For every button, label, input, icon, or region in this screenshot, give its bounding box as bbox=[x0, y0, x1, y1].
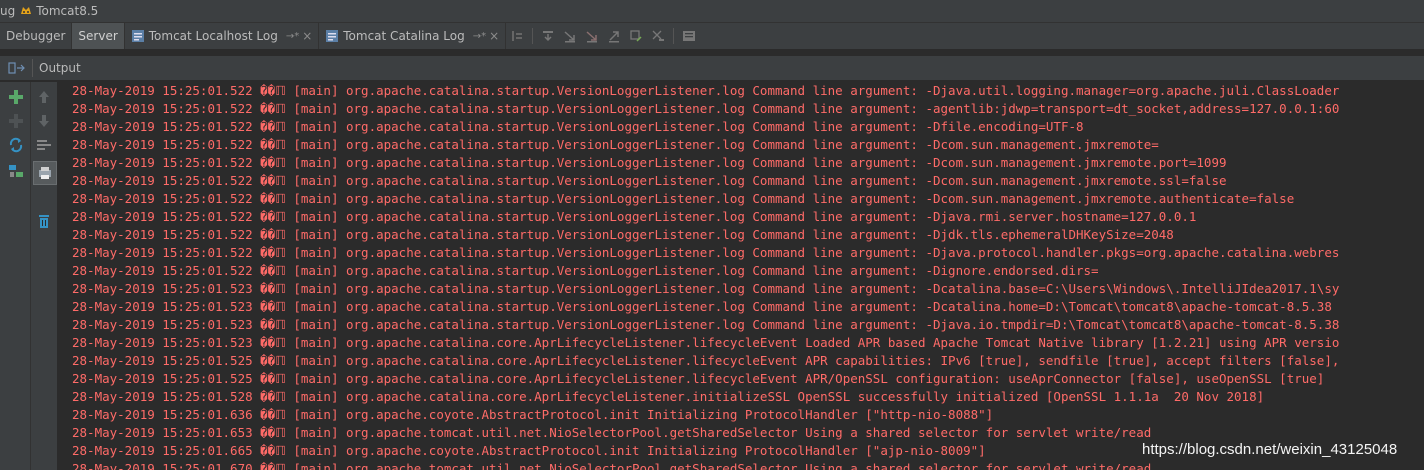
log-line: 28-May-2019 15:25:01.522 ��ℿ [main] org.… bbox=[72, 245, 1340, 260]
add-icon[interactable] bbox=[7, 88, 25, 106]
step-over-icon[interactable] bbox=[537, 23, 559, 49]
console-output[interactable]: 28-May-2019 15:25:01.522 ��ℿ [main] org.… bbox=[60, 82, 1424, 470]
trash-icon[interactable] bbox=[35, 212, 53, 230]
log-line: 28-May-2019 15:25:01.522 ��ℿ [main] org.… bbox=[72, 191, 1295, 206]
close-icon[interactable]: × bbox=[489, 29, 499, 43]
log-line: 28-May-2019 15:25:01.523 ��ℿ [main] org.… bbox=[72, 281, 1340, 296]
restore-layout-icon[interactable] bbox=[8, 61, 26, 75]
tomcat-icon bbox=[19, 4, 33, 18]
log-line: 28-May-2019 15:25:01.636 ��ℿ [main] org.… bbox=[72, 407, 994, 422]
step-out-icon[interactable] bbox=[603, 23, 625, 49]
output-label: Output bbox=[39, 61, 81, 75]
step-into-icon[interactable] bbox=[559, 23, 581, 49]
watermark-text: https://blog.csdn.net/weixin_43125048 bbox=[1142, 441, 1398, 458]
tab-debugger[interactable]: Debugger bbox=[0, 23, 73, 49]
show-execution-point-icon[interactable] bbox=[506, 23, 528, 49]
remove-icon[interactable] bbox=[7, 112, 25, 130]
down-arrow-icon[interactable] bbox=[35, 112, 53, 130]
run-actions-gutter bbox=[0, 82, 31, 470]
run-config-name[interactable]: Tomcat8.5 bbox=[36, 4, 98, 18]
pin-icon[interactable]: →* bbox=[473, 31, 486, 42]
log-line: 28-May-2019 15:25:01.525 ��ℿ [main] org.… bbox=[72, 353, 1340, 368]
log-line: 28-May-2019 15:25:01.522 ��ℿ [main] org.… bbox=[72, 227, 1174, 242]
tab-server-label: Server bbox=[78, 29, 118, 43]
title-left-fragment: ug bbox=[0, 4, 16, 18]
title-bar: ug Tomcat8.5 bbox=[0, 0, 1424, 23]
log-line: 28-May-2019 15:25:01.522 ��ℿ [main] org.… bbox=[72, 137, 1159, 152]
tab-server[interactable]: Server bbox=[72, 23, 125, 49]
log-line: 28-May-2019 15:25:01.523 ��ℿ [main] org.… bbox=[72, 335, 1340, 350]
log-line: 28-May-2019 15:25:01.522 ��ℿ [main] org.… bbox=[72, 173, 1227, 188]
log-line: 28-May-2019 15:25:01.653 ��ℿ [main] org.… bbox=[72, 425, 1152, 440]
tab-debugger-label: Debugger bbox=[6, 29, 66, 43]
toolbar-separator bbox=[673, 28, 675, 44]
log-line: 28-May-2019 15:25:01.522 ��ℿ [main] org.… bbox=[72, 101, 1340, 116]
force-step-into-icon[interactable] bbox=[581, 23, 603, 49]
tab-tomcat-localhost-log[interactable]: Tomcat Localhost Log →* × bbox=[125, 23, 320, 49]
log-file-icon bbox=[131, 29, 145, 43]
log-line: 28-May-2019 15:25:01.670 ��ℿ [main] org.… bbox=[72, 461, 1152, 470]
log-line: 28-May-2019 15:25:01.522 ��ℿ [main] org.… bbox=[72, 155, 1227, 170]
log-line: 28-May-2019 15:25:01.525 ��ℿ [main] org.… bbox=[72, 371, 1325, 386]
debug-tab-bar: Debugger Server Tomcat Localhost Log →* … bbox=[0, 23, 1424, 50]
console-actions-gutter bbox=[31, 82, 57, 470]
log-line: 28-May-2019 15:25:01.522 ��ℿ [main] org.… bbox=[72, 263, 1099, 278]
log-line: 28-May-2019 15:25:01.528 ��ℿ [main] org.… bbox=[72, 389, 1265, 404]
log-line: 28-May-2019 15:25:01.522 ��ℿ [main] org.… bbox=[72, 119, 1084, 134]
log-line: 28-May-2019 15:25:01.523 ��ℿ [main] org.… bbox=[72, 299, 1332, 314]
wrap-icon[interactable] bbox=[35, 136, 53, 154]
header-separator bbox=[32, 59, 33, 77]
close-icon[interactable]: × bbox=[302, 29, 312, 43]
tab-tomcat-catalina-log[interactable]: Tomcat Catalina Log →* × bbox=[319, 23, 507, 49]
log-line: 28-May-2019 15:25:01.665 ��ℿ [main] org.… bbox=[72, 443, 986, 458]
log-line: 28-May-2019 15:25:01.522 ��ℿ [main] org.… bbox=[72, 83, 1340, 98]
evaluate-icon[interactable] bbox=[678, 23, 700, 49]
pin-icon[interactable]: →* bbox=[286, 31, 299, 42]
refresh-icon[interactable] bbox=[7, 136, 25, 154]
tab-tomcat-catalina-log-label: Tomcat Catalina Log bbox=[343, 29, 465, 43]
print-icon[interactable] bbox=[33, 161, 57, 185]
toolbar-separator bbox=[532, 28, 534, 44]
up-arrow-icon[interactable] bbox=[35, 88, 53, 106]
log-line: 28-May-2019 15:25:01.522 ��ℿ [main] org.… bbox=[72, 209, 1197, 224]
soft-wrap-icon[interactable] bbox=[7, 162, 25, 180]
drop-frame-icon[interactable] bbox=[625, 23, 647, 49]
run-to-cursor-icon[interactable] bbox=[647, 23, 669, 49]
output-header: Output bbox=[0, 56, 1424, 81]
log-line: 28-May-2019 15:25:01.523 ��ℿ [main] org.… bbox=[72, 317, 1340, 332]
log-file-icon bbox=[325, 29, 339, 43]
tab-tomcat-localhost-log-label: Tomcat Localhost Log bbox=[148, 29, 278, 43]
